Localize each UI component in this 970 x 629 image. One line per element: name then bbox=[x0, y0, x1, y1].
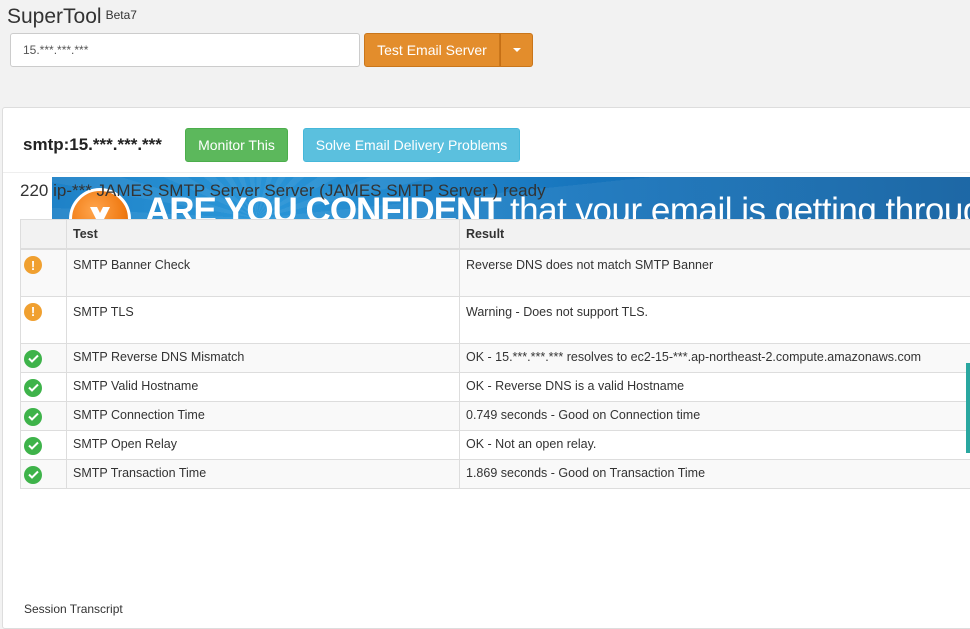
warning-icon: ! bbox=[24, 256, 42, 274]
test-name-cell: SMTP Transaction Time bbox=[67, 459, 460, 488]
table-row[interactable]: SMTP Reverse DNS Mismatch OK - 15.***.**… bbox=[21, 343, 970, 372]
test-name-cell: SMTP Reverse DNS Mismatch bbox=[67, 343, 460, 372]
host-label: smtp:15.***.***.*** bbox=[23, 135, 162, 155]
check-icon bbox=[24, 350, 42, 368]
test-name-cell: SMTP TLS bbox=[67, 296, 460, 343]
check-icon bbox=[24, 466, 42, 484]
result-column-header: Result bbox=[460, 220, 970, 250]
test-options-dropdown-button[interactable] bbox=[500, 33, 533, 67]
result-cell: 1.869 seconds - Good on Transaction Time bbox=[460, 459, 970, 488]
beta-badge: Beta7 bbox=[106, 8, 137, 22]
table-row[interactable]: ! SMTP Banner Check Reverse DNS does not… bbox=[21, 249, 970, 296]
test-button-group: Test Email Server bbox=[364, 33, 533, 67]
check-icon bbox=[24, 379, 42, 397]
status-cell bbox=[21, 401, 67, 430]
test-name-cell: SMTP Banner Check bbox=[67, 249, 460, 296]
test-name-cell: SMTP Open Relay bbox=[67, 430, 460, 459]
status-cell bbox=[21, 372, 67, 401]
status-cell bbox=[21, 343, 67, 372]
status-column-header bbox=[21, 220, 67, 250]
session-transcript-label: Session Transcript bbox=[24, 602, 123, 616]
server-search-input[interactable] bbox=[10, 33, 360, 67]
result-cell: OK - 15.***.***.*** resolves to ec2-15-*… bbox=[460, 343, 970, 372]
status-cell bbox=[21, 459, 67, 488]
table-header-row: Test Result bbox=[21, 220, 970, 250]
app-brand: SuperTool Beta7 bbox=[7, 5, 137, 29]
result-cell: OK - Reverse DNS is a valid Hostname bbox=[460, 372, 970, 401]
test-column-header: Test bbox=[67, 220, 460, 250]
status-cell: ! bbox=[21, 249, 67, 296]
test-name-cell: SMTP Valid Hostname bbox=[67, 372, 460, 401]
result-cell: Warning - Does not support TLS. bbox=[460, 296, 970, 343]
monitor-this-button[interactable]: Monitor This bbox=[185, 128, 288, 162]
brand-name: SuperTool bbox=[7, 5, 102, 28]
side-widget-edge[interactable] bbox=[966, 363, 970, 453]
status-cell: ! bbox=[21, 296, 67, 343]
chevron-down-icon bbox=[513, 48, 521, 52]
table-row[interactable]: SMTP Transaction Time 1.869 seconds - Go… bbox=[21, 459, 970, 488]
solve-email-delivery-button[interactable]: Solve Email Delivery Problems bbox=[303, 128, 520, 162]
warning-icon: ! bbox=[24, 303, 42, 321]
table-row[interactable]: SMTP Connection Time 0.749 seconds - Goo… bbox=[21, 401, 970, 430]
check-icon bbox=[24, 437, 42, 455]
panel-header: smtp:15.***.***.*** Monitor This Solve E… bbox=[3, 108, 970, 173]
table-row[interactable]: SMTP Valid Hostname OK - Reverse DNS is … bbox=[21, 372, 970, 401]
table-row[interactable]: SMTP Open Relay OK - Not an open relay. bbox=[21, 430, 970, 459]
status-cell bbox=[21, 430, 67, 459]
table-row[interactable]: ! SMTP TLS Warning - Does not support TL… bbox=[21, 296, 970, 343]
smtp-banner-text: 220 ip-*** JAMES SMTP Server Server (JAM… bbox=[20, 181, 546, 201]
result-cell: Reverse DNS does not match SMTP Banner bbox=[460, 249, 970, 296]
test-name-cell: SMTP Connection Time bbox=[67, 401, 460, 430]
test-email-server-button[interactable]: Test Email Server bbox=[364, 33, 500, 67]
results-table: Test Result ! SMTP Banner Check Reverse … bbox=[20, 219, 970, 489]
result-cell: OK - Not an open relay. bbox=[460, 430, 970, 459]
result-cell: 0.749 seconds - Good on Connection time bbox=[460, 401, 970, 430]
check-icon bbox=[24, 408, 42, 426]
